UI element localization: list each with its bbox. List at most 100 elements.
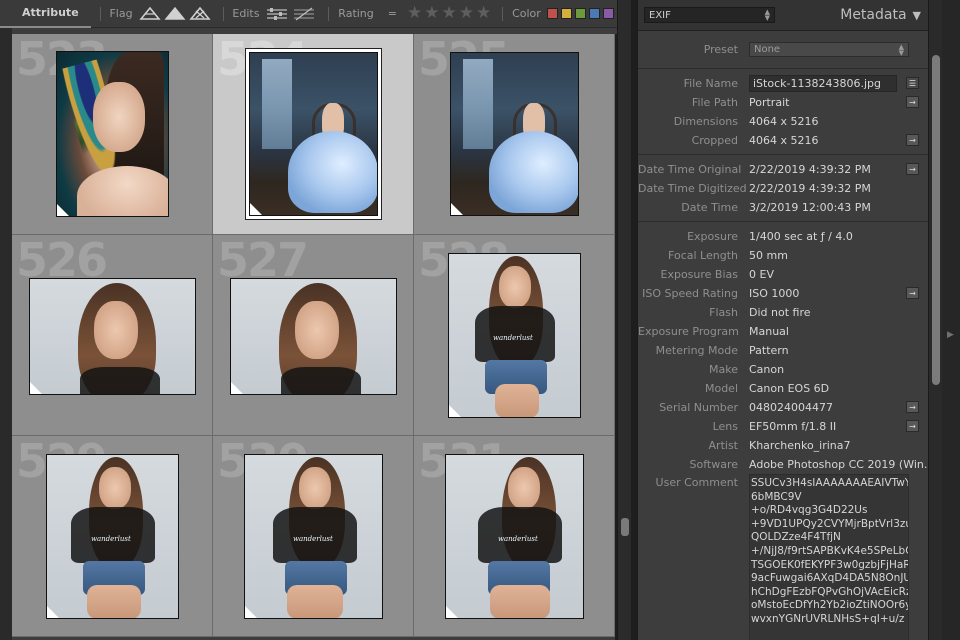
metadata-row-flash: Flash Did not fire — [638, 303, 928, 322]
color-swatch-blue[interactable] — [588, 8, 600, 19]
filter-tab-attribute[interactable]: Attribute — [0, 0, 91, 28]
badge-corner-icon — [57, 204, 69, 216]
photo-thumbnail[interactable]: wanderlust — [448, 253, 581, 418]
flag-picked-icon[interactable] — [138, 4, 161, 24]
color-swatch-green[interactable] — [574, 8, 586, 19]
field-label: ISO Speed Rating — [642, 287, 738, 300]
flag-unflagged-icon[interactable] — [164, 4, 186, 24]
unedited-filter-icon[interactable] — [292, 4, 316, 24]
color-swatch-red[interactable] — [546, 8, 558, 19]
field-label: File Path — [691, 96, 738, 109]
grid-cell[interactable]: 528 wanderlust — [414, 235, 615, 436]
photo-thumbnail[interactable] — [56, 51, 169, 217]
badge-corner-icon — [250, 203, 262, 215]
metadata-row-dimensions: Dimensions 4064 x 5216 — [638, 112, 928, 131]
field-label: Exposure Bias — [660, 268, 739, 281]
comment-line: 9acFuwgai6AXqD4DA5N8OnJU — [751, 572, 909, 585]
divider — [99, 6, 101, 21]
metadata-set-dropdown[interactable]: EXIF ▲ ▼ — [644, 7, 775, 23]
metadata-row-file-path: File Path Portrait → — [638, 93, 928, 112]
badge-corner-icon — [47, 606, 59, 618]
grid-cell-selected[interactable]: 524 — [213, 34, 414, 235]
expand-panel-arrow-icon[interactable]: ▶ — [947, 330, 954, 340]
panel-title: Metadata — [840, 7, 907, 23]
color-swatch-yellow[interactable] — [560, 8, 572, 19]
color-swatch-purple[interactable] — [602, 8, 615, 19]
photo-thumbnail[interactable]: wanderlust — [244, 454, 383, 619]
list-icon[interactable]: ☰ — [906, 77, 919, 89]
shirt-text: wanderlust — [498, 535, 538, 543]
photo-thumbnail[interactable] — [29, 278, 196, 395]
photo-thumbnail[interactable] — [230, 278, 397, 395]
grid-cell[interactable]: 531 wanderlust — [414, 436, 615, 637]
file-name-field[interactable]: iStock-1138243806.jpg — [749, 75, 928, 92]
grid-cell[interactable]: 530 wanderlust — [213, 436, 414, 637]
user-comment-field[interactable]: SSUCv3H4sIAAAAAAAEAIVTwY 6bMBC9V +o/RD4v… — [749, 474, 909, 640]
preset-dropdown[interactable]: None ▲ ▼ — [749, 42, 909, 57]
field-value: Canon EOS 6D — [749, 382, 830, 395]
star-icon[interactable]: ★ — [476, 5, 491, 22]
flag-rejected-icon[interactable] — [188, 4, 211, 24]
goto-arrow-icon[interactable]: → — [906, 96, 919, 108]
grid-scrollbar-thumb[interactable] — [621, 518, 629, 536]
field-value: Manual — [749, 325, 789, 338]
star-icon[interactable]: ★ — [424, 5, 439, 22]
updown-arrows-icon: ▲ ▼ — [764, 8, 770, 22]
star-icon[interactable]: ★ — [407, 5, 422, 22]
collapse-triangle-icon[interactable]: ▼ — [913, 9, 921, 22]
field-value: 4064 x 5216 — [749, 115, 819, 128]
goto-arrow-icon[interactable]: → — [906, 287, 919, 299]
field-label: Artist — [708, 439, 738, 452]
field-value: EF50mm f/1.8 II — [749, 420, 837, 433]
metadata-panel-header: EXIF ▲ ▼ Metadata ▼ — [638, 0, 928, 31]
goto-arrow-icon[interactable]: → — [906, 401, 919, 413]
field-label: Dimensions — [673, 115, 738, 128]
field-label: Software — [689, 458, 739, 471]
photo-thumbnail[interactable]: wanderlust — [445, 454, 584, 619]
grid-cell[interactable]: 526 — [12, 235, 213, 436]
star-icon[interactable]: ★ — [459, 5, 474, 22]
right-edge-strip: ▶ — [942, 0, 960, 640]
photo-thumbnail[interactable]: wanderlust — [46, 454, 179, 619]
comment-line: +o/RD4vqg3G4D22Us — [751, 504, 868, 517]
comment-line: hChDgFEzbFQPvGhOjVAcEicRz9 — [751, 585, 909, 598]
grid-cell[interactable]: 523 — [12, 34, 213, 235]
goto-arrow-icon[interactable]: → — [906, 134, 919, 146]
grid-cell[interactable]: 527 — [213, 235, 414, 436]
field-value: Portrait — [749, 96, 790, 109]
updown-arrows-icon: ▲ ▼ — [898, 42, 904, 57]
metadata-row-iso: ISO Speed Rating ISO 1000 → — [638, 284, 928, 303]
grid-cell[interactable]: 529 wanderlust — [12, 436, 213, 637]
badge-corner-icon — [449, 405, 461, 417]
goto-arrow-icon[interactable]: → — [906, 163, 919, 175]
goto-arrow-icon[interactable]: → — [906, 420, 919, 432]
metadata-row-focal-length: Focal Length 50 mm — [638, 246, 928, 265]
photo-thumbnail[interactable] — [450, 52, 579, 216]
panel-scrollbar-thumb[interactable] — [932, 55, 940, 385]
field-label: Exposure — [687, 230, 738, 243]
rating-label: Rating — [338, 7, 374, 20]
photo-thumbnail[interactable] — [249, 52, 378, 216]
metadata-row-serial-number: Serial Number 048024004477 → — [638, 398, 928, 417]
metadata-row-user-comment: User Comment SSUCv3H4sIAAAAAAAEAIVTwY 6b… — [638, 474, 928, 640]
divider — [328, 6, 330, 21]
field-value: Did not fire — [749, 306, 811, 319]
metadata-row-artist: Artist Kharchenko_irina7 — [638, 436, 928, 455]
shirt-text: wanderlust — [91, 535, 131, 543]
star-icon[interactable]: ★ — [441, 5, 456, 22]
grid-cell[interactable]: 525 — [414, 34, 615, 235]
metadata-row-exposure-bias: Exposure Bias 0 EV — [638, 265, 928, 284]
cell-index-number: 526 — [16, 235, 108, 287]
field-label: Lens — [712, 420, 738, 433]
comment-line: QOLDZze4F4TfjN — [751, 531, 841, 544]
shirt-text: wanderlust — [293, 535, 333, 543]
grid-scrollbar[interactable] — [617, 0, 631, 640]
file-name-value[interactable]: iStock-1138243806.jpg — [749, 75, 897, 92]
field-value: 50 mm — [749, 249, 788, 262]
comment-line: +9VD1UPQy2CVYMjrBptVrl3zu — [751, 517, 909, 530]
rating-operator[interactable]: = — [388, 7, 397, 20]
comment-line: +/NjJ8/f9rtSAPBKvK4e5SPeLbO — [751, 544, 909, 557]
panel-scrollbar[interactable] — [928, 0, 942, 640]
edited-filter-icon[interactable] — [265, 4, 289, 24]
metadata-row-file-name: File Name iStock-1138243806.jpg ☰ — [638, 74, 928, 93]
